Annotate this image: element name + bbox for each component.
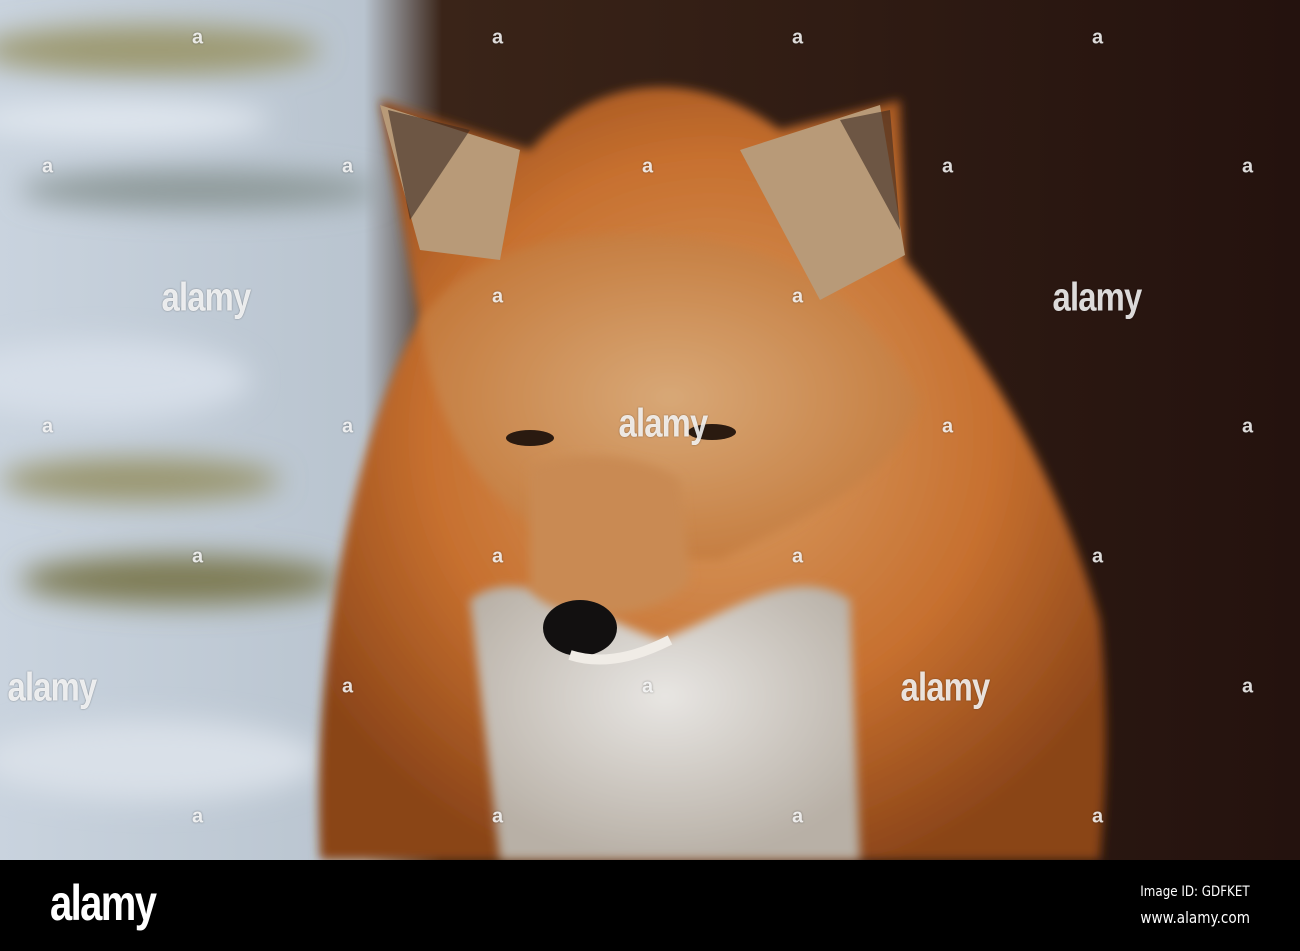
watermark-mark: a [641, 675, 653, 698]
left-eye [506, 430, 554, 446]
watermark-mark: a [941, 155, 953, 178]
image-id: Image ID: GDFKET [1140, 884, 1250, 900]
stock-photo-page: alamy alamy alamy alamy alamy a a a a a … [0, 0, 1300, 951]
watermark-mark: a [1091, 805, 1103, 828]
alamy-logo: alamy [50, 875, 157, 931]
watermark-mark: a [341, 415, 353, 438]
watermark-mark: a [791, 545, 803, 568]
watermark-mark: a [1241, 415, 1253, 438]
watermark-logo: alamy [161, 275, 252, 320]
watermark-mark: a [341, 675, 353, 698]
site-url: www.alamy.com [1140, 908, 1250, 927]
watermark-mark: a [491, 805, 503, 828]
watermark-mark: a [341, 155, 353, 178]
watermark-mark: a [941, 415, 953, 438]
watermark-mark: a [1091, 26, 1103, 49]
watermark-mark: a [641, 155, 653, 178]
watermark-mark: a [191, 545, 203, 568]
watermark-mark: a [491, 545, 503, 568]
watermark-mark: a [41, 155, 53, 178]
watermark-mark: a [1091, 545, 1103, 568]
footer-bar: alamy Image ID: GDFKET www.alamy.com [0, 860, 1300, 951]
watermark-logo: alamy [7, 665, 98, 710]
watermark-mark: a [1241, 675, 1253, 698]
watermark-mark: a [791, 26, 803, 49]
watermark-mark: a [191, 805, 203, 828]
nose [543, 600, 617, 656]
watermark-mark: a [191, 26, 203, 49]
watermark-logo: alamy [1052, 275, 1143, 320]
watermark-mark: a [791, 805, 803, 828]
watermark-mark: a [491, 26, 503, 49]
watermark-mark: a [1241, 155, 1253, 178]
watermark-mark: a [41, 415, 53, 438]
watermark-mark: a [791, 285, 803, 308]
watermark-logo: alamy [618, 401, 709, 446]
watermark-mark: a [491, 285, 503, 308]
watermark-logo: alamy [900, 665, 991, 710]
